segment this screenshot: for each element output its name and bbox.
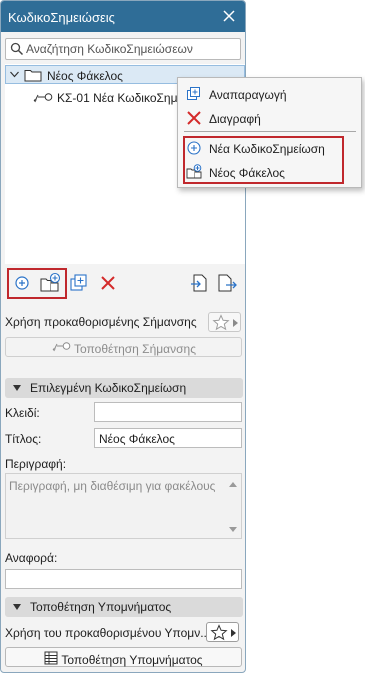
expand-arrow-icon[interactable]	[10, 70, 19, 79]
reference-field[interactable]	[5, 569, 242, 589]
menu-item-new-keynote[interactable]: Νέα ΚωδικοΣημείωση	[178, 137, 361, 161]
place-marker-label: Τοποθέτηση Σήμανσης	[74, 342, 196, 356]
title-label: Τίτλος:	[5, 432, 42, 446]
delete-button[interactable]	[97, 272, 119, 294]
palette-title: ΚωδικοΣημειώσεις	[8, 10, 115, 25]
title-field[interactable]: Νέος Φάκελος	[94, 428, 242, 448]
duplicate-icon	[187, 87, 200, 100]
menu-item-label: Διαγραφή	[209, 112, 261, 126]
menu-item-label: Αναπαραγωγή	[209, 88, 287, 102]
search-box[interactable]	[5, 38, 241, 60]
search-input[interactable]	[26, 41, 236, 57]
collapse-arrow-icon	[13, 385, 21, 391]
legend-favorite-label: Χρήση του προκαθορισμένου Υπομν...	[5, 626, 211, 640]
description-field[interactable]: Περιγραφή, μη διαθέσιμη για φακέλους	[5, 473, 242, 539]
selected-keynote-title: Επιλεγμένη ΚωδικοΣημείωση	[30, 381, 187, 395]
keynote-marker-icon	[52, 342, 71, 352]
menu-item-label: Νέα ΚωδικοΣημείωση	[209, 142, 325, 156]
import-button[interactable]	[188, 272, 210, 294]
marker-favorite-button[interactable]	[208, 312, 241, 332]
tree-folder-label: Νέος Φάκελος	[47, 69, 123, 83]
menu-separator	[184, 131, 356, 132]
palette-toolbar	[1, 267, 245, 299]
menu-item-new-folder[interactable]: Νέος Φάκελος	[178, 161, 361, 185]
folder-icon	[24, 70, 42, 82]
tree-keynote-label: ΚΣ-01 Νέα ΚωδικοΣημείω	[57, 91, 195, 105]
legend-table-icon	[44, 651, 58, 665]
marker-favorite-label: Χρήση προκαθορισμένης Σήμανσης	[5, 315, 197, 329]
legend-favorite-button[interactable]	[206, 622, 239, 642]
collapse-arrow-icon	[13, 604, 21, 610]
place-marker-button[interactable]: Τοποθέτηση Σήμανσης	[5, 337, 242, 357]
description-label: Περιγραφή:	[5, 457, 67, 471]
new-folder-button[interactable]	[39, 272, 61, 294]
place-legend-button[interactable]: Τοποθέτηση Υπομνήματος	[5, 647, 242, 667]
star-icon	[212, 314, 230, 331]
star-icon	[210, 624, 228, 641]
new-folder-icon	[186, 164, 202, 179]
add-circle-icon	[187, 141, 201, 155]
export-button[interactable]	[216, 272, 238, 294]
search-icon	[10, 42, 24, 56]
arrow-right-icon	[231, 629, 236, 637]
duplicate-button[interactable]	[68, 272, 90, 294]
scroll-up-icon[interactable]	[229, 482, 237, 487]
place-legend-label: Τοποθέτηση Υπομνήματος	[61, 653, 203, 667]
selected-keynote-header[interactable]: Επιλεγμένη ΚωδικοΣημείωση	[5, 378, 243, 398]
menu-item-label: Νέος Φάκελος	[209, 166, 285, 180]
palette-titlebar[interactable]: ΚωδικοΣημειώσεις	[1, 1, 245, 32]
context-menu: Αναπαραγωγή Διαγραφή Νέα ΚωδικοΣημείωση …	[177, 77, 362, 188]
scroll-down-icon[interactable]	[229, 527, 237, 532]
key-label: Κλειδί:	[5, 406, 40, 420]
key-field[interactable]	[94, 402, 242, 422]
reference-label: Αναφορά:	[5, 551, 58, 565]
description-placeholder: Περιγραφή, μη διαθέσιμη για φακέλους	[9, 479, 216, 493]
menu-item-duplicate[interactable]: Αναπαραγωγή	[178, 83, 361, 107]
close-icon[interactable]	[219, 6, 239, 26]
new-keynote-button[interactable]	[11, 272, 33, 294]
keynote-marker-icon	[33, 93, 53, 103]
place-legend-title: Τοποθέτηση Υπομνήματος	[30, 600, 172, 614]
delete-x-icon	[187, 111, 201, 125]
place-legend-header[interactable]: Τοποθέτηση Υπομνήματος	[5, 597, 243, 617]
menu-item-delete[interactable]: Διαγραφή	[178, 107, 361, 131]
arrow-right-icon	[233, 319, 238, 327]
